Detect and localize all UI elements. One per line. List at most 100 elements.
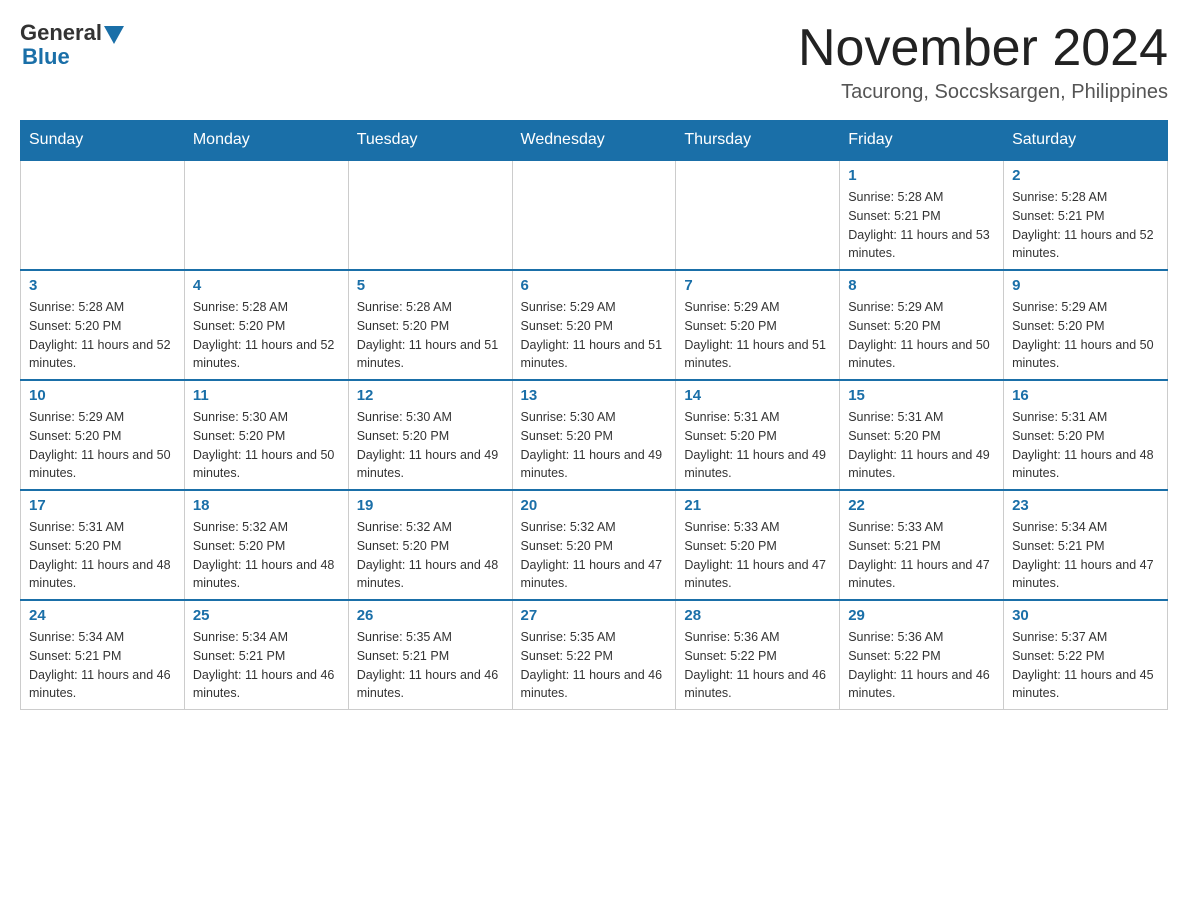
calendar-cell: 22 Sunrise: 5:33 AMSunset: 5:21 PMDayligh… bbox=[840, 490, 1004, 600]
day-info: Sunrise: 5:30 AMSunset: 5:20 PMDaylight:… bbox=[357, 408, 504, 483]
header-saturday: Saturday bbox=[1004, 121, 1168, 161]
day-info: Sunrise: 5:31 AMSunset: 5:20 PMDaylight:… bbox=[29, 518, 176, 593]
day-info: Sunrise: 5:32 AMSunset: 5:20 PMDaylight:… bbox=[193, 518, 340, 593]
day-info: Sunrise: 5:36 AMSunset: 5:22 PMDaylight:… bbox=[848, 628, 995, 703]
day-info: Sunrise: 5:30 AMSunset: 5:20 PMDaylight:… bbox=[521, 408, 668, 483]
logo-general-text: General bbox=[20, 20, 102, 46]
day-info: Sunrise: 5:36 AMSunset: 5:22 PMDaylight:… bbox=[684, 628, 831, 703]
day-number: 15 bbox=[848, 387, 995, 404]
week-row-3: 10 Sunrise: 5:29 AMSunset: 5:20 PMDayligh… bbox=[21, 380, 1168, 490]
day-info: Sunrise: 5:29 AMSunset: 5:20 PMDaylight:… bbox=[29, 408, 176, 483]
calendar-cell: 4 Sunrise: 5:28 AMSunset: 5:20 PMDaylight… bbox=[184, 270, 348, 380]
day-number: 29 bbox=[848, 607, 995, 624]
day-number: 7 bbox=[684, 277, 831, 294]
calendar-cell: 8 Sunrise: 5:29 AMSunset: 5:20 PMDaylight… bbox=[840, 270, 1004, 380]
day-info: Sunrise: 5:32 AMSunset: 5:20 PMDaylight:… bbox=[521, 518, 668, 593]
logo-triangle-icon bbox=[104, 26, 124, 44]
calendar-cell: 1 Sunrise: 5:28 AMSunset: 5:21 PMDaylight… bbox=[840, 160, 1004, 270]
day-info: Sunrise: 5:28 AMSunset: 5:20 PMDaylight:… bbox=[357, 298, 504, 373]
calendar-cell: 24 Sunrise: 5:34 AMSunset: 5:21 PMDayligh… bbox=[21, 600, 185, 710]
day-info: Sunrise: 5:29 AMSunset: 5:20 PMDaylight:… bbox=[848, 298, 995, 373]
calendar-cell bbox=[21, 160, 185, 270]
day-info: Sunrise: 5:28 AMSunset: 5:20 PMDaylight:… bbox=[193, 298, 340, 373]
day-number: 12 bbox=[357, 387, 504, 404]
day-number: 1 bbox=[848, 167, 995, 184]
day-number: 8 bbox=[848, 277, 995, 294]
header-sunday: Sunday bbox=[21, 121, 185, 161]
header-tuesday: Tuesday bbox=[348, 121, 512, 161]
logo: General Blue bbox=[20, 20, 124, 70]
calendar-cell: 2 Sunrise: 5:28 AMSunset: 5:21 PMDaylight… bbox=[1004, 160, 1168, 270]
day-number: 9 bbox=[1012, 277, 1159, 294]
day-number: 10 bbox=[29, 387, 176, 404]
header-friday: Friday bbox=[840, 121, 1004, 161]
calendar-cell: 6Sunrise: 5:29 AMSunset: 5:20 PMDaylight… bbox=[512, 270, 676, 380]
day-number: 13 bbox=[521, 387, 668, 404]
calendar-cell: 3 Sunrise: 5:28 AMSunset: 5:20 PMDaylight… bbox=[21, 270, 185, 380]
day-number: 16 bbox=[1012, 387, 1159, 404]
day-info: Sunrise: 5:30 AMSunset: 5:20 PMDaylight:… bbox=[193, 408, 340, 483]
day-number: 4 bbox=[193, 277, 340, 294]
calendar-cell: 30Sunrise: 5:37 AMSunset: 5:22 PMDayligh… bbox=[1004, 600, 1168, 710]
day-number: 25 bbox=[193, 607, 340, 624]
calendar-cell: 27 Sunrise: 5:35 AMSunset: 5:22 PMDayligh… bbox=[512, 600, 676, 710]
day-info: Sunrise: 5:28 AMSunset: 5:21 PMDaylight:… bbox=[1012, 188, 1159, 263]
header-thursday: Thursday bbox=[676, 121, 840, 161]
calendar-cell: 16 Sunrise: 5:31 AMSunset: 5:20 PMDayligh… bbox=[1004, 380, 1168, 490]
day-info: Sunrise: 5:35 AMSunset: 5:22 PMDaylight:… bbox=[521, 628, 668, 703]
day-number: 24 bbox=[29, 607, 176, 624]
day-number: 28 bbox=[684, 607, 831, 624]
calendar-cell: 5 Sunrise: 5:28 AMSunset: 5:20 PMDaylight… bbox=[348, 270, 512, 380]
day-number: 14 bbox=[684, 387, 831, 404]
calendar-cell: 9Sunrise: 5:29 AMSunset: 5:20 PMDaylight… bbox=[1004, 270, 1168, 380]
calendar-cell: 18Sunrise: 5:32 AMSunset: 5:20 PMDayligh… bbox=[184, 490, 348, 600]
day-number: 5 bbox=[357, 277, 504, 294]
calendar-cell: 11 Sunrise: 5:30 AMSunset: 5:20 PMDayligh… bbox=[184, 380, 348, 490]
calendar-cell bbox=[512, 160, 676, 270]
day-info: Sunrise: 5:34 AMSunset: 5:21 PMDaylight:… bbox=[29, 628, 176, 703]
day-number: 2 bbox=[1012, 167, 1159, 184]
calendar-cell: 29 Sunrise: 5:36 AMSunset: 5:22 PMDayligh… bbox=[840, 600, 1004, 710]
day-info: Sunrise: 5:37 AMSunset: 5:22 PMDaylight:… bbox=[1012, 628, 1159, 703]
calendar-header-row: SundayMondayTuesdayWednesdayThursdayFrid… bbox=[21, 121, 1168, 161]
calendar-cell bbox=[676, 160, 840, 270]
day-info: Sunrise: 5:28 AMSunset: 5:20 PMDaylight:… bbox=[29, 298, 176, 373]
day-info: Sunrise: 5:35 AMSunset: 5:21 PMDaylight:… bbox=[357, 628, 504, 703]
day-number: 3 bbox=[29, 277, 176, 294]
day-number: 6 bbox=[521, 277, 668, 294]
calendar-cell: 19 Sunrise: 5:32 AMSunset: 5:20 PMDayligh… bbox=[348, 490, 512, 600]
day-info: Sunrise: 5:28 AMSunset: 5:21 PMDaylight:… bbox=[848, 188, 995, 263]
calendar-cell: 14 Sunrise: 5:31 AMSunset: 5:20 PMDayligh… bbox=[676, 380, 840, 490]
calendar-cell: 25 Sunrise: 5:34 AMSunset: 5:21 PMDayligh… bbox=[184, 600, 348, 710]
calendar-cell: 21Sunrise: 5:33 AMSunset: 5:20 PMDayligh… bbox=[676, 490, 840, 600]
day-info: Sunrise: 5:29 AMSunset: 5:20 PMDaylight:… bbox=[684, 298, 831, 373]
day-info: Sunrise: 5:34 AMSunset: 5:21 PMDaylight:… bbox=[1012, 518, 1159, 593]
header-monday: Monday bbox=[184, 121, 348, 161]
day-number: 27 bbox=[521, 607, 668, 624]
day-number: 20 bbox=[521, 497, 668, 514]
calendar-cell bbox=[348, 160, 512, 270]
title-section: November 2024 Tacurong, Soccsksargen, Ph… bbox=[798, 20, 1168, 104]
day-info: Sunrise: 5:32 AMSunset: 5:20 PMDaylight:… bbox=[357, 518, 504, 593]
month-title: November 2024 bbox=[798, 20, 1168, 77]
location-subtitle: Tacurong, Soccsksargen, Philippines bbox=[798, 81, 1168, 104]
day-info: Sunrise: 5:31 AMSunset: 5:20 PMDaylight:… bbox=[1012, 408, 1159, 483]
calendar-cell: 15 Sunrise: 5:31 AMSunset: 5:20 PMDayligh… bbox=[840, 380, 1004, 490]
logo-blue-text: Blue bbox=[20, 44, 70, 70]
calendar-cell: 23 Sunrise: 5:34 AMSunset: 5:21 PMDayligh… bbox=[1004, 490, 1168, 600]
calendar-cell: 13 Sunrise: 5:30 AMSunset: 5:20 PMDayligh… bbox=[512, 380, 676, 490]
day-number: 17 bbox=[29, 497, 176, 514]
day-number: 19 bbox=[357, 497, 504, 514]
page-header: General Blue November 2024 Tacurong, Soc… bbox=[20, 20, 1168, 104]
day-info: Sunrise: 5:33 AMSunset: 5:21 PMDaylight:… bbox=[848, 518, 995, 593]
day-info: Sunrise: 5:31 AMSunset: 5:20 PMDaylight:… bbox=[848, 408, 995, 483]
day-number: 22 bbox=[848, 497, 995, 514]
day-number: 11 bbox=[193, 387, 340, 404]
day-info: Sunrise: 5:31 AMSunset: 5:20 PMDaylight:… bbox=[684, 408, 831, 483]
calendar-cell: 28 Sunrise: 5:36 AMSunset: 5:22 PMDayligh… bbox=[676, 600, 840, 710]
week-row-5: 24 Sunrise: 5:34 AMSunset: 5:21 PMDayligh… bbox=[21, 600, 1168, 710]
day-number: 23 bbox=[1012, 497, 1159, 514]
calendar-cell: 20 Sunrise: 5:32 AMSunset: 5:20 PMDayligh… bbox=[512, 490, 676, 600]
calendar-cell: 10 Sunrise: 5:29 AMSunset: 5:20 PMDayligh… bbox=[21, 380, 185, 490]
day-info: Sunrise: 5:34 AMSunset: 5:21 PMDaylight:… bbox=[193, 628, 340, 703]
